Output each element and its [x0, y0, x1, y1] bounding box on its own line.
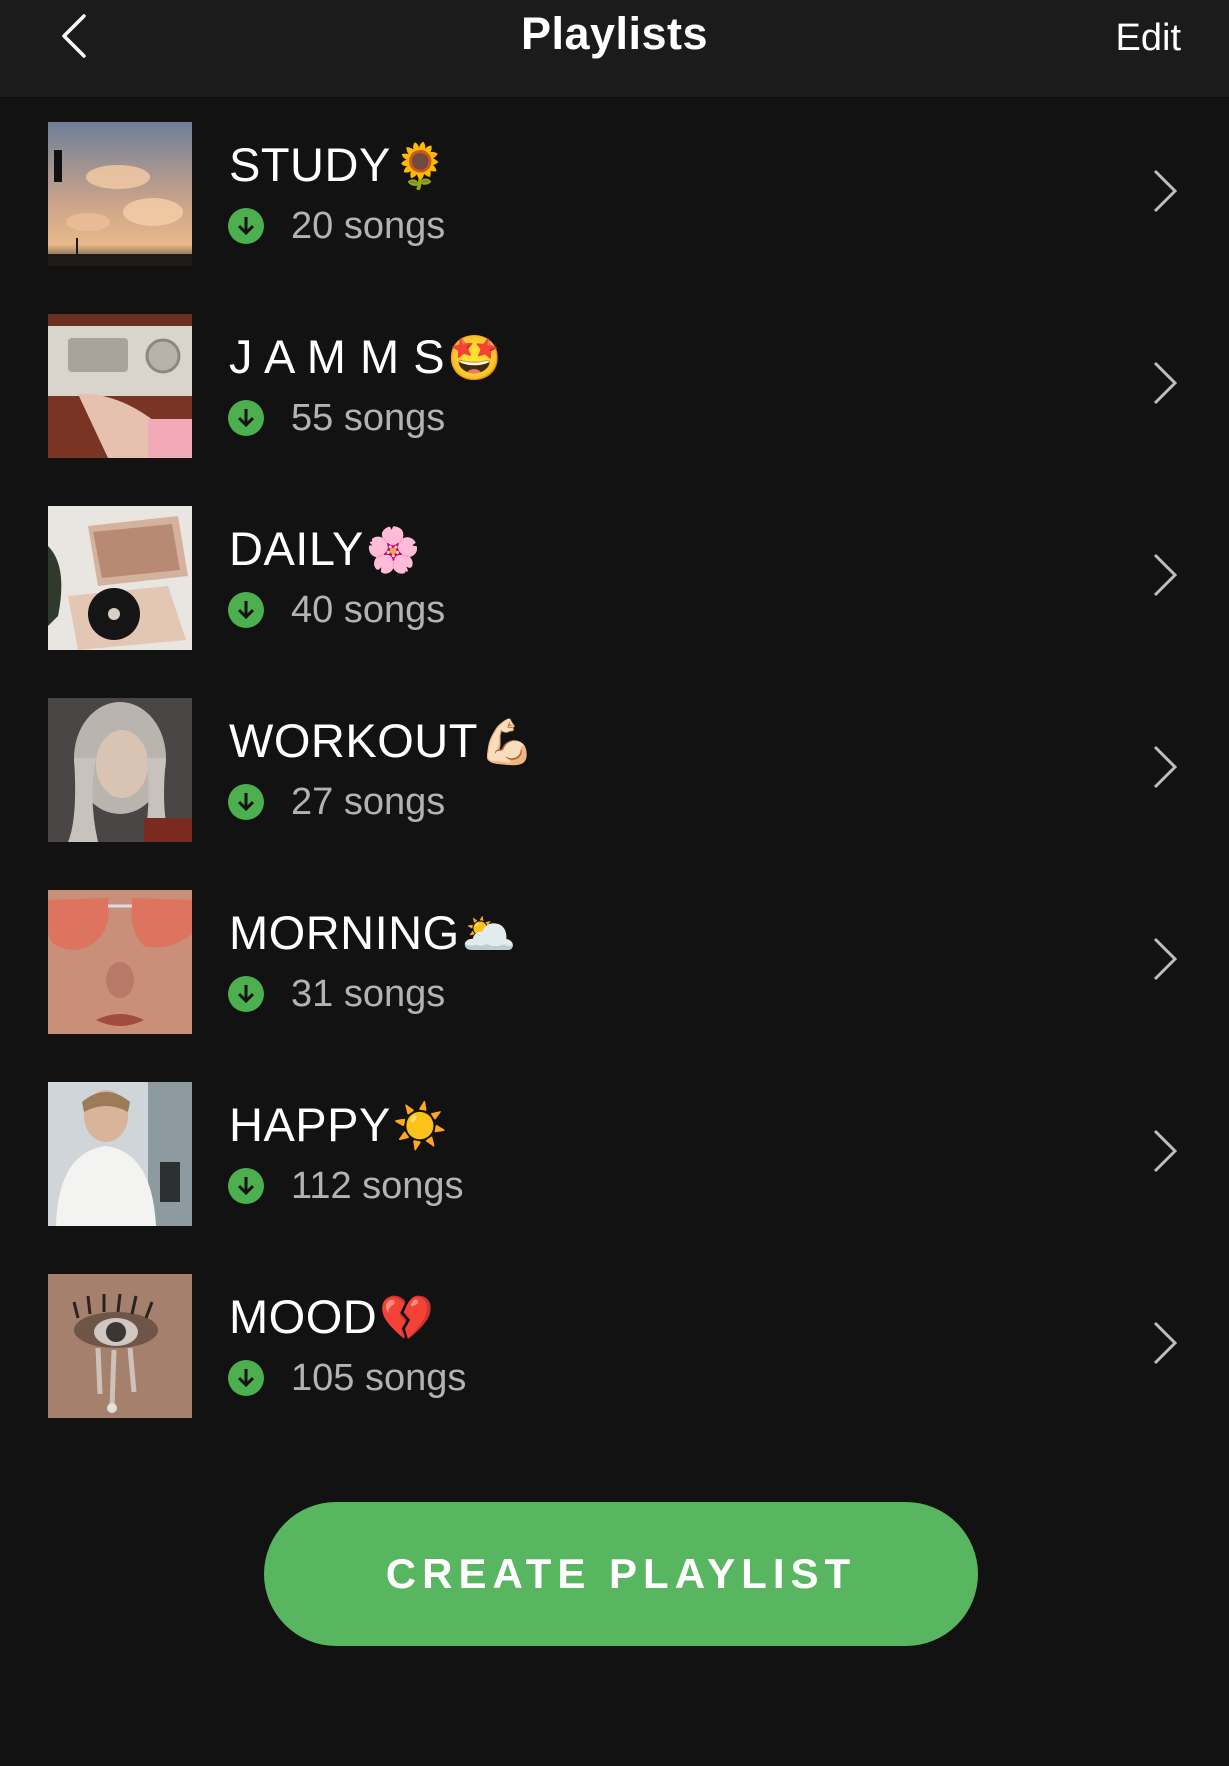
- chevron-right-icon: [1153, 1321, 1178, 1365]
- chevron-left-icon: [62, 14, 86, 58]
- playlist-cover: [48, 1082, 192, 1226]
- chevron-right-icon: [1153, 937, 1178, 981]
- song-count: 20 songs: [291, 205, 446, 247]
- chevron-right-icon: [1153, 361, 1178, 405]
- song-count: 31 songs: [291, 973, 446, 1015]
- playlist-row-workout[interactable]: WORKOUT💪🏻 27 songs: [0, 673, 1229, 865]
- downloaded-icon: [228, 208, 264, 244]
- chevron-right-icon: [1153, 745, 1178, 789]
- cherry-blossom-emoji-icon: 🌸: [365, 526, 421, 575]
- star-struck-emoji-icon: 🤩: [447, 334, 502, 383]
- playlist-row-mood[interactable]: MOOD💔 105 songs: [0, 1249, 1229, 1441]
- flexed-biceps-emoji-icon: 💪🏻: [479, 718, 535, 767]
- playlist-cover: [48, 1274, 192, 1418]
- chevron-right-icon: [1153, 553, 1178, 597]
- song-count: 55 songs: [291, 397, 446, 439]
- playlist-row-jamms[interactable]: J A M M S🤩 55 songs: [0, 289, 1229, 481]
- playlist-cover: [48, 122, 192, 266]
- page-title: Playlists: [520, 8, 709, 59]
- song-count: 112 songs: [291, 1165, 464, 1207]
- song-count: 27 songs: [291, 781, 446, 823]
- downloaded-icon: [228, 784, 264, 820]
- sunflower-emoji-icon: 🌻: [392, 142, 448, 191]
- playlist-title: DAILY🌸: [229, 522, 421, 575]
- broken-heart-emoji-icon: 💔: [379, 1294, 435, 1343]
- playlist-cover: [48, 506, 192, 650]
- downloaded-icon: [228, 1360, 264, 1396]
- song-count: 105 songs: [291, 1357, 467, 1399]
- sun-emoji-icon: ☀️: [392, 1102, 448, 1151]
- chevron-right-icon: [1153, 1129, 1178, 1173]
- playlist-row-daily[interactable]: DAILY🌸 40 songs: [0, 481, 1229, 673]
- playlist-row-morning[interactable]: MORNING🌥️ 31 songs: [0, 865, 1229, 1057]
- top-bar: Playlists Edit: [0, 0, 1229, 98]
- playlist-title: HAPPY☀️: [229, 1098, 448, 1151]
- playlist-cover: [48, 890, 192, 1034]
- playlist-cover: [48, 698, 192, 842]
- downloaded-icon: [228, 592, 264, 628]
- playlist-title: J A M M S🤩: [229, 330, 502, 383]
- downloaded-icon: [228, 400, 264, 436]
- playlist-row-happy[interactable]: HAPPY☀️ 112 songs: [0, 1057, 1229, 1249]
- edit-button[interactable]: Edit: [1116, 14, 1181, 62]
- playlist-row-study[interactable]: STUDY🌻 20 songs: [0, 97, 1229, 289]
- downloaded-icon: [228, 976, 264, 1012]
- sun-behind-cloud-emoji-icon: 🌥️: [461, 910, 517, 959]
- playlist-list: STUDY🌻 20 songs J A M M S🤩 55 songs DAIL…: [0, 97, 1229, 1441]
- playlist-title: STUDY🌻: [229, 138, 448, 191]
- playlist-title: WORKOUT💪🏻: [229, 714, 535, 767]
- back-button[interactable]: [44, 6, 104, 66]
- playlist-title: MORNING🌥️: [229, 906, 517, 959]
- create-playlist-button[interactable]: CREATE PLAYLIST: [264, 1502, 978, 1646]
- playlist-title: MOOD💔: [229, 1290, 435, 1343]
- song-count: 40 songs: [291, 589, 446, 631]
- downloaded-icon: [228, 1168, 264, 1204]
- playlist-cover: [48, 314, 192, 458]
- chevron-right-icon: [1153, 169, 1178, 213]
